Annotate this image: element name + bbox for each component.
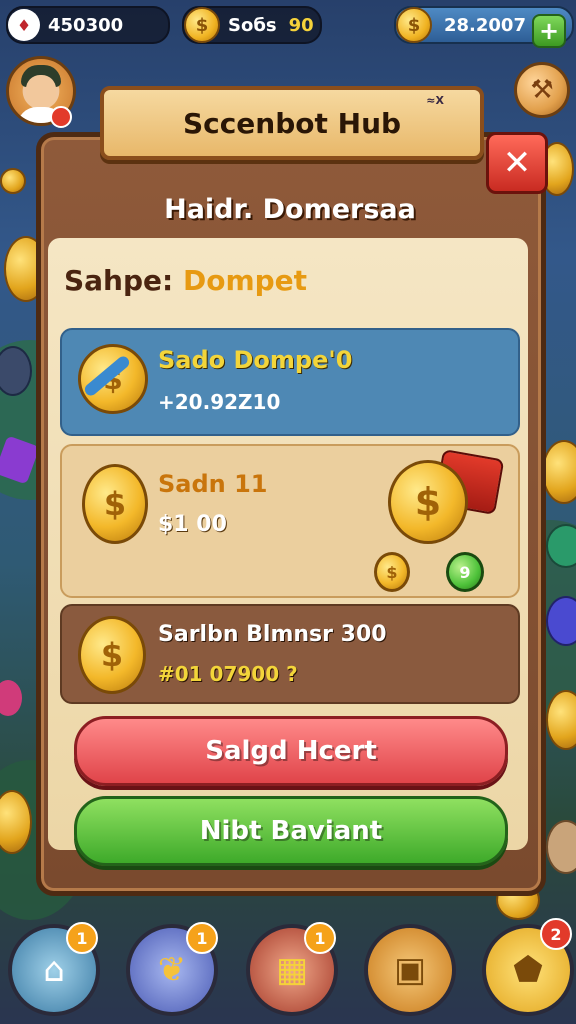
top-resource-bar: ♦ 450300 $ Soбs 90 $ 28.2007 + (0, 0, 576, 48)
bg-gem (0, 680, 22, 716)
balance-counter[interactable]: $ 28.2007 + (394, 6, 574, 48)
nav-badge: 1 (66, 922, 98, 954)
laurel-icon: ❦ (157, 950, 187, 990)
card-value: #01 07900 ? (158, 662, 298, 686)
bg-gem (546, 820, 576, 874)
red-action-button[interactable]: Salgd Hcert (74, 716, 508, 786)
card-value: +20.92Z10 (158, 390, 281, 414)
subtitle-highlight: Dompet (182, 264, 308, 297)
page-title: Sccenbot Hub (182, 106, 402, 140)
coin-icon: $ (82, 464, 148, 544)
wallet-card-coins[interactable]: $ Sadn 11 $1 00 $ $ 9 (60, 444, 520, 598)
gems-counter[interactable]: ♦ 450300 (6, 6, 170, 44)
panel-subtitle: Sahpe: Dompet (64, 264, 307, 297)
balance-value: 28.2007 (444, 14, 526, 36)
bg-coin (0, 168, 26, 194)
wallet-card-rewards[interactable]: $ Sarlbn Blmnsr 300 #01 07900 ? (60, 604, 520, 704)
card-title: Sarlbn Blmnsr 300 (158, 622, 387, 647)
coins-counter[interactable]: $ Soбs 90 (182, 6, 322, 44)
coin-icon: $ (374, 552, 410, 592)
card-title: Sado Dompe'0 (158, 346, 353, 374)
ruby-icon: ♦ (8, 9, 40, 41)
title-banner: Sccenbot Hub ≈X (100, 86, 484, 160)
home-icon: ⌂ (43, 950, 65, 990)
avatar-face (26, 75, 56, 109)
gift-icon: ▦ (275, 950, 309, 990)
avatar-notification-dot (50, 106, 72, 128)
card-value: $1 00 (158, 512, 227, 537)
nav-badge: 1 (186, 922, 218, 954)
panel-heading: Haidr. Domersaa (164, 194, 416, 225)
title-tag: ≈X (426, 94, 444, 107)
card-title: Sadn 11 (158, 470, 268, 498)
coin-icon: $ (78, 616, 146, 694)
bg-coin (546, 690, 576, 750)
nav-shop[interactable]: ▣ (364, 924, 456, 1016)
gems-value: 450300 (48, 14, 124, 36)
coin-icon: $ (184, 7, 220, 43)
coin-icon: $ (388, 460, 468, 544)
nav-badge: 1 (304, 922, 336, 954)
green-action-button[interactable]: Nibt Baviant (74, 796, 508, 866)
hammer-icon[interactable]: ⚒ (514, 62, 570, 118)
subtitle-label: Sahpe: (64, 264, 174, 297)
coins-value: 90 (288, 14, 314, 36)
wallet-card-balance[interactable]: $ Sado Dompe'0 +20.92Z10 (60, 328, 520, 436)
mini-gem: 9 (446, 552, 484, 592)
coin-icon: $ (78, 344, 148, 414)
coin-icon: $ (396, 7, 432, 43)
map-pin-icon: ⬟ (513, 950, 543, 990)
bg-coin (542, 440, 576, 504)
coins-label: Soбs (228, 14, 277, 36)
add-currency-button[interactable]: + (532, 14, 566, 48)
close-button[interactable]: ✕ (486, 132, 548, 194)
nav-badge: 2 (540, 918, 572, 950)
crate-icon: ▣ (393, 950, 427, 990)
